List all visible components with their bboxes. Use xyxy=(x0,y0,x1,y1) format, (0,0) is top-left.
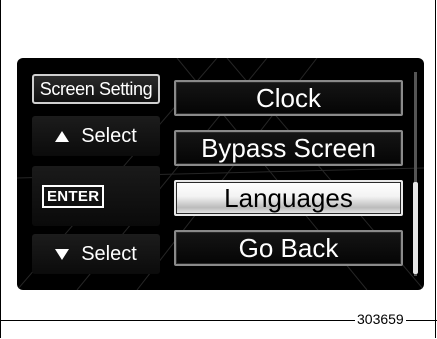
select-down-label: Select xyxy=(81,242,137,265)
display-screen: Screen Setting Select ENTER Select Clock… xyxy=(17,58,424,290)
menu-item-bypass-screen[interactable]: Bypass Screen xyxy=(174,130,403,166)
scrollbar-thumb[interactable] xyxy=(413,182,418,274)
screen-setting-title-text: Screen Setting xyxy=(39,78,153,99)
menu-item-clock[interactable]: Clock xyxy=(174,80,403,116)
menu-item-languages[interactable]: Languages xyxy=(174,180,403,216)
triangle-up-icon xyxy=(55,130,70,142)
menu-item-go-back[interactable]: Go Back xyxy=(174,230,403,266)
select-up-label: Select xyxy=(81,124,137,147)
menu-item-label: Clock xyxy=(255,82,321,113)
select-up-button[interactable]: Select xyxy=(32,116,160,156)
select-down-button[interactable]: Select xyxy=(32,234,160,274)
figure-number: 303659 xyxy=(355,311,406,327)
menu-item-label: Bypass Screen xyxy=(201,132,376,163)
screen-setting-title: Screen Setting xyxy=(32,74,160,104)
menu-item-label: Go Back xyxy=(238,232,339,263)
enter-label: ENTER xyxy=(42,184,105,208)
enter-button[interactable]: ENTER xyxy=(32,166,160,226)
triangle-down-icon xyxy=(55,248,70,260)
menu-item-label: Languages xyxy=(224,182,353,213)
